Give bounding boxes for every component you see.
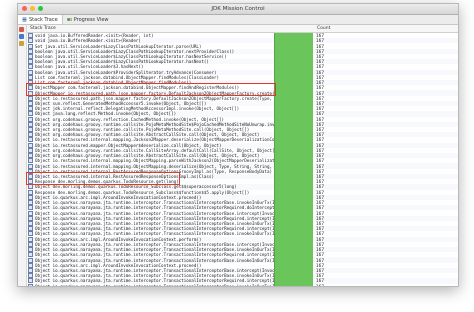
column-header-bar <box>277 25 315 32</box>
view-toolbar <box>18 25 27 286</box>
count-cell: 167 <box>316 283 324 287</box>
minimize-window-button[interactable] <box>30 6 35 11</box>
close-window-button[interactable] <box>22 6 27 11</box>
tab-stack-trace-label: Stack Trace <box>29 16 58 23</box>
stack-frame-cell: Object io.quarkus.narayana.jta.runtime.i… <box>27 283 274 287</box>
stack-frame-icon <box>28 283 33 286</box>
table-header: Stack Trace Count <box>27 25 458 33</box>
column-header-count[interactable]: Count <box>315 25 458 32</box>
distinguish-frames-icon[interactable] <box>19 41 24 46</box>
view-tabs: Stack Trace Progress View <box>18 15 458 25</box>
stack-trace-view: Stack Trace Count void java.io.BufferedR… <box>18 25 458 286</box>
stack-trace-table: Stack Trace Count void java.io.BufferedR… <box>26 25 458 287</box>
progress-view-icon <box>66 18 72 21</box>
table-row[interactable]: Object io.quarkus.narayana.jta.runtime.i… <box>27 283 458 287</box>
window-title: JDK Mission Control <box>211 6 265 12</box>
tab-progress-view[interactable]: Progress View <box>63 15 113 24</box>
table-body: void java.io.BufferedReader.<init>(Reade… <box>27 33 458 287</box>
count-bar <box>274 283 313 286</box>
stack-frame-text: Object io.quarkus.narayana.jta.runtime.i… <box>35 283 274 287</box>
tab-progress-view-label: Progress View <box>73 16 109 23</box>
tab-stack-trace[interactable]: Stack Trace <box>18 15 63 24</box>
column-header-stack-trace[interactable]: Stack Trace <box>27 25 277 32</box>
app-window: JDK Mission Control Stack Trace Progress… <box>17 3 459 287</box>
zoom-window-button[interactable] <box>38 6 43 11</box>
window-controls <box>22 6 43 11</box>
tree-view-icon[interactable] <box>19 34 24 39</box>
stack-trace-icon <box>22 17 27 22</box>
group-traces-icon[interactable] <box>19 27 24 32</box>
title-bar: JDK Mission Control <box>18 4 458 15</box>
